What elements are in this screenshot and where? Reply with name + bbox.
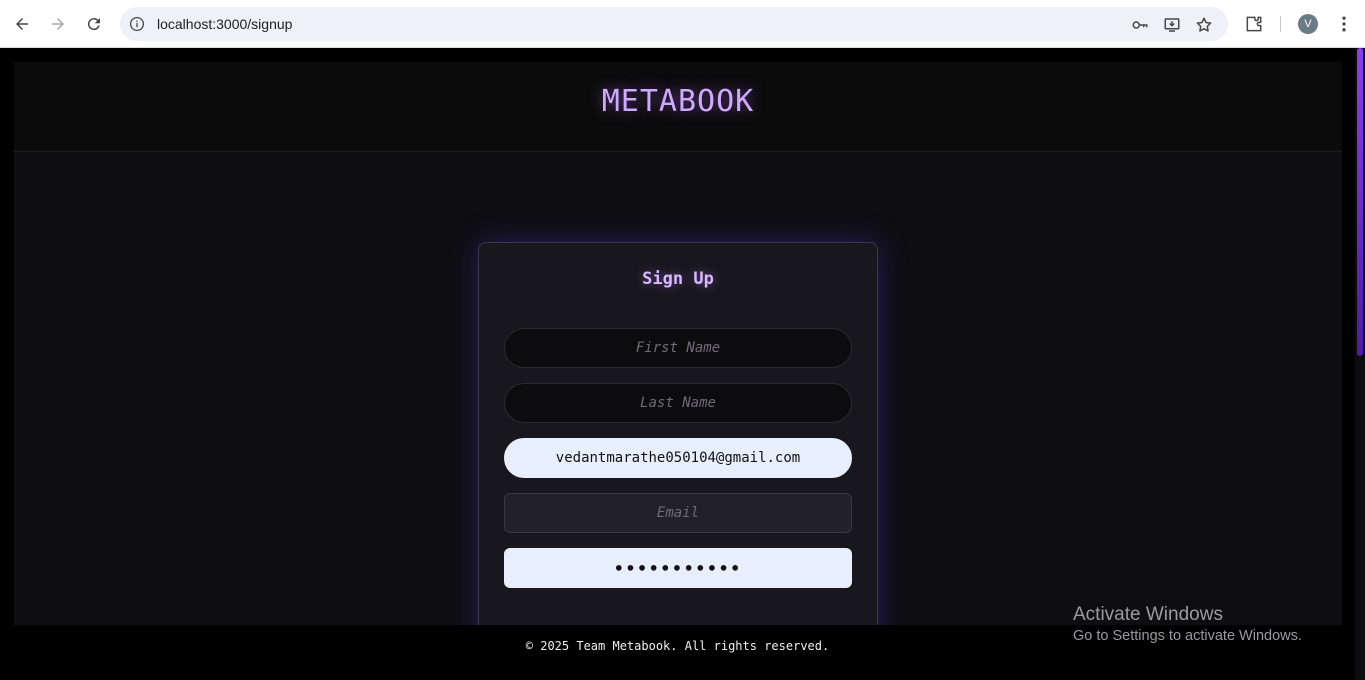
signup-title: Sign Up (642, 269, 714, 289)
browser-toolbar: localhost:3000/signup V (0, 0, 1365, 48)
key-icon[interactable] (1130, 15, 1150, 35)
profile-avatar[interactable]: V (1298, 14, 1318, 34)
url-text: localhost:3000/signup (157, 16, 293, 32)
page-scrollbar[interactable] (1355, 48, 1365, 680)
scrollbar-thumb[interactable] (1357, 48, 1363, 356)
activate-windows-watermark: Activate Windows Go to Settings to activ… (1073, 604, 1302, 644)
extensions-icon[interactable] (1242, 12, 1266, 36)
brand-logo[interactable]: METABOOK (14, 84, 1342, 119)
forward-button[interactable] (42, 8, 74, 40)
email-autofill-input[interactable] (504, 438, 852, 478)
email-input[interactable] (504, 493, 852, 533)
site-info-icon[interactable] (128, 15, 146, 33)
site-header: METABOOK (14, 62, 1342, 152)
arrow-right-icon (52, 18, 64, 30)
back-button[interactable] (6, 8, 38, 40)
address-bar[interactable]: localhost:3000/signup (120, 7, 1228, 41)
bookmark-star-icon[interactable] (1194, 15, 1214, 35)
signup-card: Sign Up (478, 242, 878, 662)
toolbar-divider (1280, 16, 1281, 32)
watermark-subtitle: Go to Settings to activate Windows. (1073, 628, 1302, 644)
reload-button[interactable] (78, 8, 110, 40)
arrow-left-icon (16, 18, 28, 30)
password-input[interactable] (504, 548, 852, 588)
more-menu-icon[interactable] (1332, 12, 1356, 36)
watermark-title: Activate Windows (1073, 604, 1223, 625)
last-name-input[interactable] (504, 383, 852, 423)
page-container: METABOOK Sign Up (14, 62, 1342, 662)
first-name-input[interactable] (504, 328, 852, 368)
page-viewport: METABOOK Sign Up (0, 48, 1355, 680)
install-app-icon[interactable] (1162, 15, 1182, 35)
reload-icon (87, 18, 100, 31)
